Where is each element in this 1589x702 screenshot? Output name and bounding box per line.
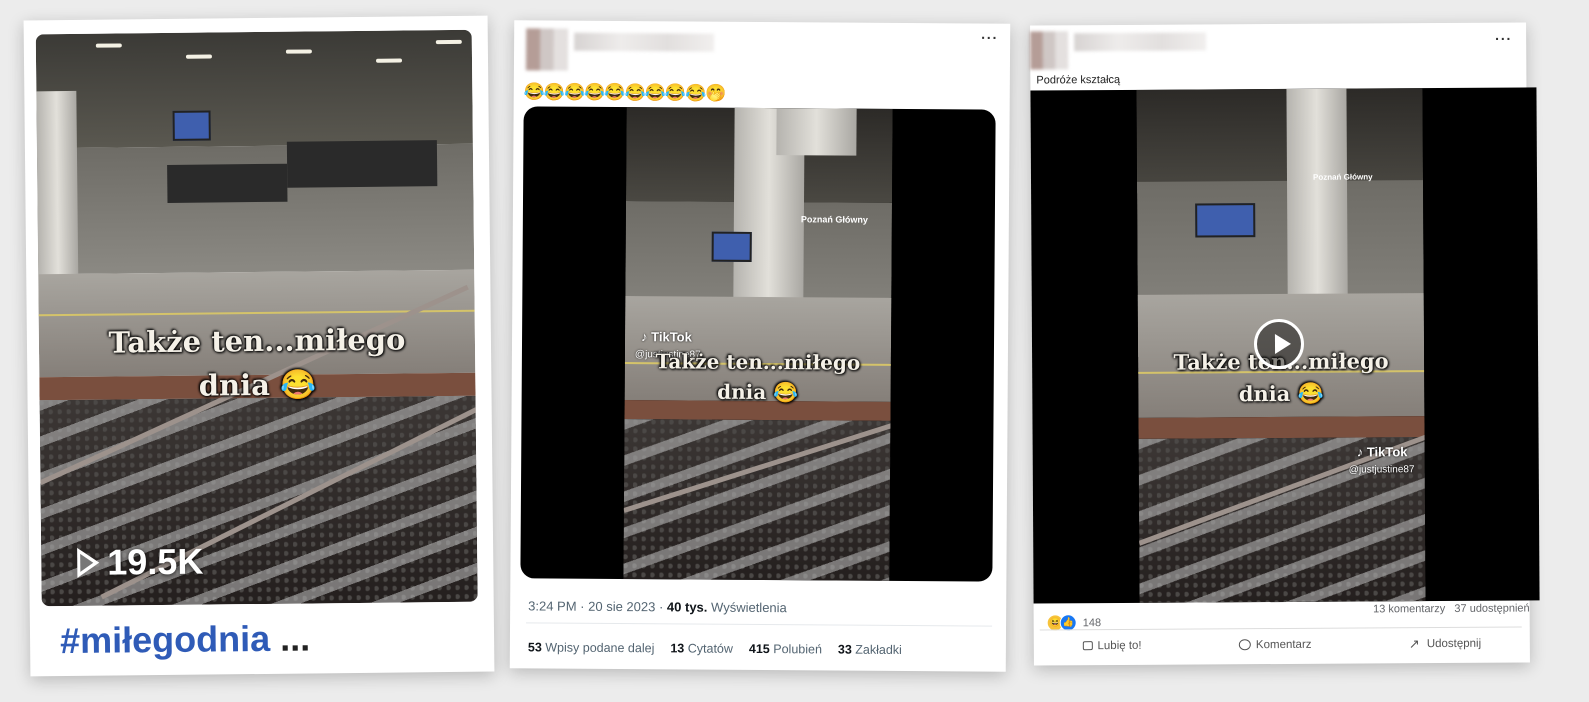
like-button[interactable]: Lubię to!	[1082, 639, 1142, 652]
view-count: 19.5K	[77, 541, 204, 584]
comment-share-counts: 13 komentarzy 37 udostępnień	[1373, 602, 1530, 615]
reactions-count: 148	[1082, 616, 1102, 629]
comment-icon	[1238, 639, 1251, 651]
station-platform-image	[35, 29, 478, 607]
stat-bookmarks[interactable]: 33 Zakładki	[838, 643, 902, 657]
station-platform-image: Poznań Główny ♪ TikTok @justjustine87 Ta…	[623, 107, 893, 581]
comments-count[interactable]: 13 komentarzy	[1373, 603, 1445, 615]
like-label: Lubię to!	[1097, 639, 1142, 652]
overlay-caption-line1: Także ten...miłego	[108, 322, 406, 360]
share-icon: ↗	[1408, 636, 1420, 652]
action-bar: Lubię to! Komentarz ↗ Udostępnij	[1034, 636, 1530, 652]
divider	[526, 622, 993, 627]
station-sign: Poznań Główny	[800, 214, 868, 225]
overlay-caption-line2: dnia 😂	[717, 379, 799, 405]
post-date[interactable]: 20 sie 2023	[588, 599, 655, 614]
shares-count[interactable]: 37 udostępnień	[1454, 602, 1529, 614]
stat-likes[interactable]: 415 Polubień	[749, 642, 822, 657]
divider	[1039, 626, 1522, 631]
post-caption: Podróże kształcą	[1036, 73, 1121, 87]
share-button[interactable]: ↗ Udostępnij	[1408, 636, 1482, 652]
thumbs-up-icon	[1082, 641, 1093, 651]
more-options-icon[interactable]: ···	[981, 30, 998, 46]
tiktok-video-thumbnail[interactable]: Także ten...miłego dnia 😂 19.5K	[35, 29, 478, 607]
overlay-caption-line1: Także ten...miłego	[655, 349, 861, 375]
post-text: 😂😂😂😂😂😂😂😂😂🤭	[523, 82, 726, 103]
station-sign: Poznań Główny	[1312, 172, 1373, 182]
post-meta: 3:24 PM · 20 sie 2023 · 40 tys. Wyświetl…	[528, 598, 787, 616]
share-label: Udostępnij	[1426, 637, 1482, 650]
tiktok-label: TikTok	[1366, 444, 1408, 460]
tiktok-logo: ♪ TikTok	[641, 329, 692, 345]
overlay-caption-line2: dnia 😂	[1238, 380, 1324, 407]
engagement-stats: 53 Wpisy podane dalej 13 Cytatów 415 Pol…	[528, 640, 902, 657]
tiktok-logo: ♪ TikTok	[1356, 444, 1408, 460]
play-button-icon[interactable]	[1253, 318, 1305, 370]
views-count: 40 tys.	[666, 599, 708, 615]
tiktok-video-card[interactable]: Także ten...miłego dnia 😂 19.5K #miłegod…	[23, 15, 495, 677]
author-name-blurred[interactable]	[574, 32, 715, 52]
play-icon	[77, 547, 100, 578]
post-time[interactable]: 3:24 PM	[528, 598, 577, 613]
hashtag-text[interactable]: #miłegodnia	[60, 618, 270, 661]
stat-reposts[interactable]: 53 Wpisy podane dalej	[528, 640, 655, 655]
avatar[interactable]	[525, 28, 569, 71]
comment-label: Komentarz	[1255, 638, 1312, 651]
author-name-blurred[interactable]	[1074, 32, 1207, 52]
facebook-post-card: ··· Podróże kształcą Poznań Główny Także…	[1030, 22, 1540, 666]
view-count-value: 19.5K	[107, 540, 204, 583]
embedded-video[interactable]: Poznań Główny Także ten...miłego dnia 😂 …	[1030, 87, 1540, 604]
embedded-video[interactable]: Poznań Główny ♪ TikTok @justjustine87 Ta…	[520, 106, 996, 582]
tiktok-username: @justjustine87	[1348, 464, 1415, 476]
comment-button[interactable]: Komentarz	[1238, 638, 1312, 651]
tiktok-label: TikTok	[651, 329, 692, 345]
avatar[interactable]	[1030, 31, 1069, 70]
views-label: Wyświetlenia	[711, 599, 787, 616]
hashtag-link[interactable]: #miłegodnia...	[60, 617, 310, 662]
stat-quotes[interactable]: 13 Cytatów	[670, 641, 733, 655]
overlay-caption-line2: dnia 😂	[198, 367, 317, 403]
x-post-card: ··· 😂😂😂😂😂😂😂😂😂🤭 Poznań Główny ♪ TikTok @j…	[509, 20, 1011, 672]
more-text-ellipsis: ...	[279, 617, 311, 659]
more-options-icon[interactable]: ···	[1495, 31, 1512, 47]
